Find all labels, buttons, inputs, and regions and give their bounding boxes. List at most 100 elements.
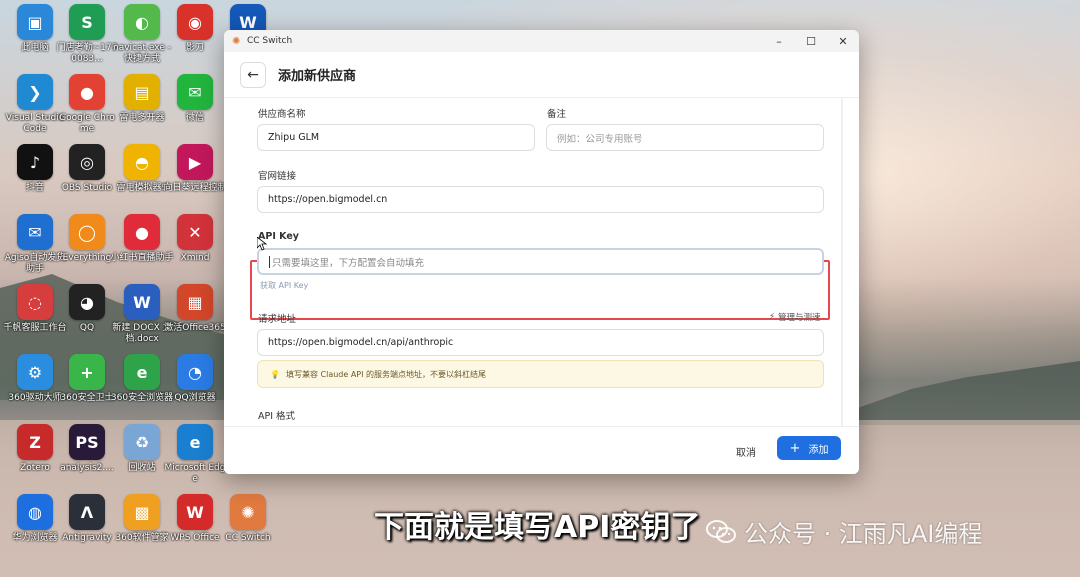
desktop-app-icon: ◕ (69, 284, 105, 320)
desktop-app-icon: ⚙ (17, 354, 53, 390)
close-button[interactable]: ✕ (827, 35, 859, 48)
cc-switch-window: ✺ CC Switch – ☐ ✕ ← 添加新供应商 供应商名称 Zhipu G… (224, 30, 859, 474)
desktop-icon-label: 激活Office365 (164, 323, 226, 333)
desktop-app-icon: ♪ (17, 144, 53, 180)
dialog-footer: 取消 + 添加 (224, 426, 859, 474)
notes-input[interactable]: 例如：公司专用账号 (546, 124, 824, 151)
form-content[interactable]: 供应商名称 Zhipu GLM 备注 例如：公司专用账号 官网链接 https:… (224, 98, 859, 426)
desktop-app-icon: ◓ (124, 144, 160, 180)
provider-name-input[interactable]: Zhipu GLM (257, 124, 535, 151)
desktop-app-icon: ♻ (124, 424, 160, 460)
lightning-icon: ⚡ (769, 312, 775, 322)
desktop-app-icon: ◌ (17, 284, 53, 320)
title-bar: ✺ CC Switch – ☐ ✕ (224, 30, 859, 52)
desktop-icon-label: 360驱动大师 (8, 393, 62, 403)
request-url-input[interactable]: https://open.bigmodel.cn/api/anthropic (257, 329, 824, 356)
desktop-app-icon: Λ (69, 494, 105, 530)
desktop-app-icon: ◉ (177, 4, 213, 40)
desktop-icon-label: Microsoft Edge (164, 463, 226, 484)
desktop-icon[interactable]: ◔ QQ浏览器 (163, 354, 227, 404)
scrollbar[interactable] (841, 98, 843, 426)
back-button[interactable]: ← (240, 61, 266, 88)
desktop-icon-label: 影刀 (185, 43, 204, 53)
desktop-app-icon: ▤ (124, 74, 160, 110)
maximize-button[interactable]: ☐ (795, 35, 827, 48)
desktop-icon-label: 回收站 (128, 463, 156, 473)
text-caret (269, 255, 270, 268)
desktop-app-icon: ◎ (69, 144, 105, 180)
wechat-icon (706, 519, 736, 543)
wechat-watermark: 公众号 · 江雨凡AI编程 (706, 514, 982, 549)
desktop-icon-label: 向日葵远程控制 (163, 183, 227, 193)
desktop-icon[interactable]: ✺ CC Switch (216, 494, 280, 544)
desktop-app-icon: ◍ (17, 494, 53, 530)
desktop-app-icon: e (124, 354, 160, 390)
website-label: 官网链接 (258, 171, 297, 182)
desktop-app-icon: ❯ (17, 74, 53, 110)
desktop-icon-label: 华为浏览器 (12, 533, 58, 543)
provider-name-label: 供应商名称 (258, 109, 306, 120)
get-api-key-link[interactable]: 获取 API Key (260, 280, 308, 291)
desktop-app-icon: ✕ (177, 214, 213, 250)
desktop-app-icon: ▶ (177, 144, 213, 180)
request-url-label: 请求地址 (258, 314, 297, 325)
manage-speed-label: 管理与测速 (777, 313, 821, 323)
desktop-icon-label: CC Switch (225, 533, 271, 543)
desktop-app-icon: PS (69, 424, 105, 460)
lightbulb-icon: 💡 (270, 369, 280, 379)
page-title: 添加新供应商 (278, 69, 357, 84)
desktop-app-icon: W (124, 284, 160, 320)
desktop-app-icon: e (177, 424, 213, 460)
endpoint-tip: 💡 填写兼容 Claude API 的服务端点地址，不要以斜杠结尾 (257, 360, 824, 388)
api-key-placeholder: 只需要填这里，下方配置会自动填充 (272, 257, 425, 269)
desktop-app-icon: ▣ (17, 4, 53, 40)
desktop-icon-label: 360安全卫士 (60, 393, 114, 403)
desktop-app-icon: ◔ (177, 354, 213, 390)
notes-label: 备注 (547, 109, 567, 120)
desktop-icon[interactable]: e Microsoft Edge (163, 424, 227, 485)
desktop-icon-label: Antigravity (62, 533, 112, 543)
arrow-left-icon: ← (247, 66, 259, 83)
api-key-input[interactable]: 只需要填这里，下方配置会自动填充 (257, 248, 824, 275)
video-subtitle: 下面就是填写API密钥了 (374, 510, 701, 545)
cancel-button[interactable]: 取消 (724, 439, 768, 463)
desktop-icon[interactable]: ✕ Xmind (163, 214, 227, 264)
desktop-app-icon: ◐ (124, 4, 160, 40)
desktop-icon-label: 雷电模拟器9 (116, 183, 168, 193)
desktop-app-icon: ▩ (124, 494, 160, 530)
desktop-app-icon: ▦ (177, 284, 213, 320)
minimize-button[interactable]: – (763, 35, 795, 48)
add-button[interactable]: + 添加 (777, 436, 841, 460)
api-format-label: API 格式 (258, 411, 296, 422)
desktop-icon-label: 此电脑 (21, 43, 49, 53)
desktop-icon-label: 微信 (185, 113, 204, 123)
desktop-icon-label: Xmind (180, 253, 210, 263)
desktop-app-icon: S (69, 4, 105, 40)
website-input[interactable]: https://open.bigmodel.cn (257, 186, 824, 213)
desktop-icon-label: 抖音 (25, 183, 44, 193)
desktop-app-icon: W (177, 494, 213, 530)
desktop-app-icon: ✺ (230, 494, 266, 530)
desktop-app-icon: ● (124, 214, 160, 250)
add-button-label: 添加 (808, 444, 829, 456)
desktop-app-icon: ◯ (69, 214, 105, 250)
desktop-icon-label: analysis2.... (60, 463, 114, 473)
window-title: CC Switch (247, 36, 293, 46)
window-controls: – ☐ ✕ (763, 35, 859, 48)
desktop-icon-label: WPS Office (170, 533, 220, 543)
desktop-icon[interactable]: ✉ 微信 (163, 74, 227, 124)
desktop-icon-label: QQ (79, 323, 95, 333)
tip-text: 填写兼容 Claude API 的服务端点地址，不要以斜杠结尾 (285, 369, 487, 379)
desktop-app-icon: + (69, 354, 105, 390)
manage-speed-link[interactable]: ⚡ 管理与测速 (769, 311, 820, 323)
desktop-app-icon: ● (69, 74, 105, 110)
desktop-icon-label: 360软件管家 (115, 533, 169, 543)
desktop-icon-label: QQ浏览器 (174, 393, 216, 403)
plus-icon: + (789, 440, 801, 456)
desktop-icon[interactable]: ▦ 激活Office365 (163, 284, 227, 334)
page-header: ← 添加新供应商 (224, 52, 859, 98)
desktop-app-icon: ✉ (17, 214, 53, 250)
desktop-icon[interactable]: ▶ 向日葵远程控制 (163, 144, 227, 194)
background-hill-right (855, 361, 1080, 425)
mouse-cursor-icon (257, 237, 267, 251)
